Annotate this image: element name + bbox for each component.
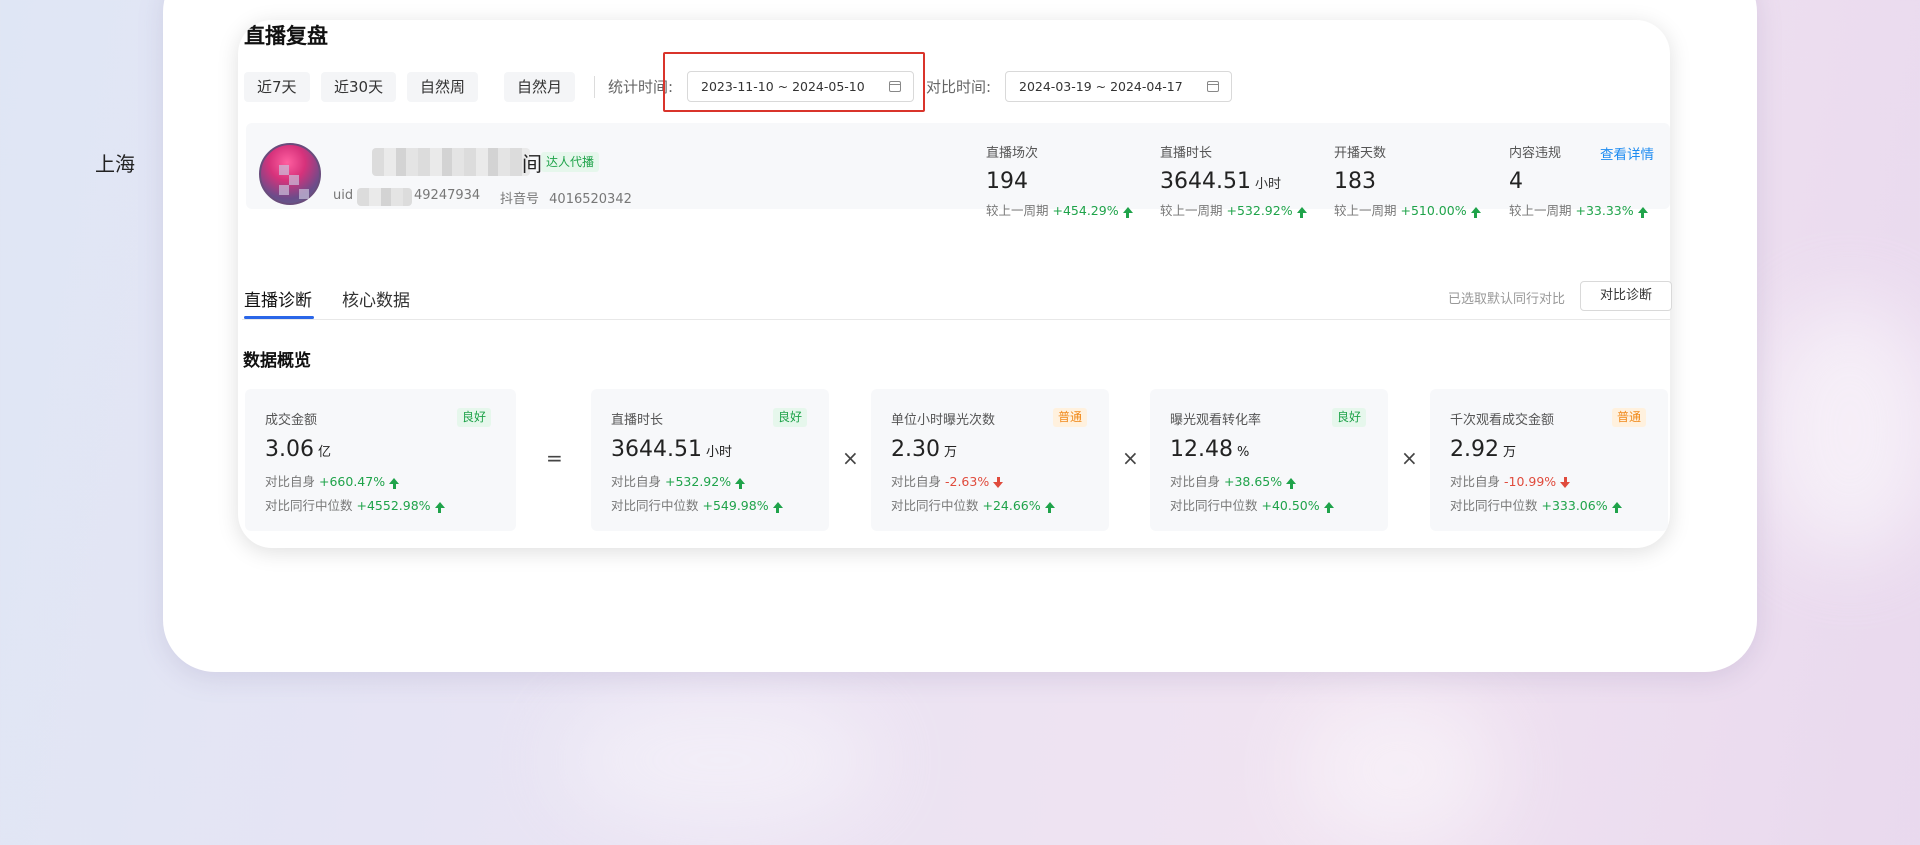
stat-live-days: 开播天数 183 较上一周期 +510.00% (1334, 142, 1481, 219)
arrow-up-icon (1296, 207, 1307, 218)
range-button-natural-week[interactable]: 自然周 (407, 72, 479, 102)
background-glow (1760, 300, 1920, 560)
multiply-operator: × (1122, 446, 1139, 470)
background-glow (560, 690, 880, 830)
arrow-down-icon (993, 477, 1004, 488)
metric-card-gmv: 成交金额 良好 3.06 亿 对比自身 +660.47% 对比同行中位数 +455… (245, 389, 516, 531)
tab-core-data[interactable]: 核心数据 (342, 286, 410, 311)
view-details-link[interactable]: 查看详情 (1600, 143, 1654, 163)
arrow-up-icon (1044, 502, 1055, 513)
uid-label: uid (333, 188, 354, 203)
arrow-up-icon (389, 478, 400, 489)
arrow-down-icon (1560, 477, 1571, 488)
range-button-natural-month[interactable]: 自然月 (504, 72, 576, 102)
status-badge: 普通 (1612, 408, 1647, 427)
status-badge: 良好 (773, 408, 808, 427)
stat-live-sessions: 直播场次 194 较上一周期 +454.29% (986, 142, 1133, 219)
arrow-up-icon (1637, 207, 1648, 218)
arrow-up-icon (1611, 502, 1622, 513)
multiply-operator: × (1401, 446, 1418, 470)
arrow-up-icon (434, 502, 445, 513)
tab-live-diagnosis[interactable]: 直播诊断 (244, 286, 312, 311)
section-title: 数据概览 (243, 351, 311, 371)
uid-value: 49247934 (414, 188, 481, 203)
metric-card-live-duration: 直播时长 良好 3644.51 小时 对比自身 +532.92% 对比同行中位数 … (591, 389, 829, 531)
range-button-7d[interactable]: 近7天 (244, 72, 310, 102)
compare-diagnosis-button[interactable]: 对比诊断 (1580, 281, 1672, 311)
compare-time-value: 2024-03-19 ~ 2024-04-17 (1019, 79, 1183, 94)
range-button-30d[interactable]: 近30天 (321, 72, 397, 102)
redacted-uid (357, 188, 412, 206)
calendar-icon (1207, 81, 1219, 92)
page-title: 直播复盘 (244, 24, 328, 48)
arrow-up-icon (1286, 478, 1297, 489)
douyin-id-value: 4016520342 (549, 192, 632, 207)
divider (594, 76, 595, 98)
metric-card-exposure-per-hour: 单位小时曝光次数 普通 2.30 万 对比自身 -2.63% 对比同行中位数 +2… (871, 389, 1109, 531)
compare-time-label: 对比时间: (926, 78, 992, 96)
arrow-up-icon (735, 478, 746, 489)
metric-card-gmv-per-thousand-views: 千次观看成交金额 普通 2.92 万 对比自身 -10.99% 对比同行中位数 +… (1430, 389, 1668, 531)
redacted-name (372, 148, 530, 176)
douyin-id-label: 抖音号 (500, 192, 540, 207)
status-badge: 良好 (457, 408, 492, 427)
status-badge: 良好 (1332, 408, 1367, 427)
tabs-divider (242, 319, 1670, 320)
stat-live-duration: 直播时长 3644.51 小时 较上一周期 +532.92% (1160, 142, 1307, 219)
account-type-tag: 达人代播 (541, 152, 600, 172)
arrow-up-icon (1323, 502, 1334, 513)
account-name-suffix: 间 (522, 152, 542, 176)
highlight-frame (663, 52, 925, 112)
arrow-up-icon (1470, 207, 1481, 218)
multiply-operator: × (842, 446, 859, 470)
arrow-up-icon (772, 502, 783, 513)
equals-operator: = (546, 446, 563, 470)
account-name-prefix: 上海 (95, 152, 135, 176)
compare-time-picker[interactable]: 2024-03-19 ~ 2024-04-17 (1005, 71, 1232, 102)
avatar (259, 143, 321, 205)
status-badge: 普通 (1053, 408, 1088, 427)
background-glow (1300, 690, 1500, 845)
metric-card-view-conversion: 曝光观看转化率 良好 12.48% 对比自身 +38.65% 对比同行中位数 +… (1150, 389, 1388, 531)
arrow-up-icon (1122, 207, 1133, 218)
peer-compare-hint: 已选取默认同行对比 (1448, 292, 1566, 307)
